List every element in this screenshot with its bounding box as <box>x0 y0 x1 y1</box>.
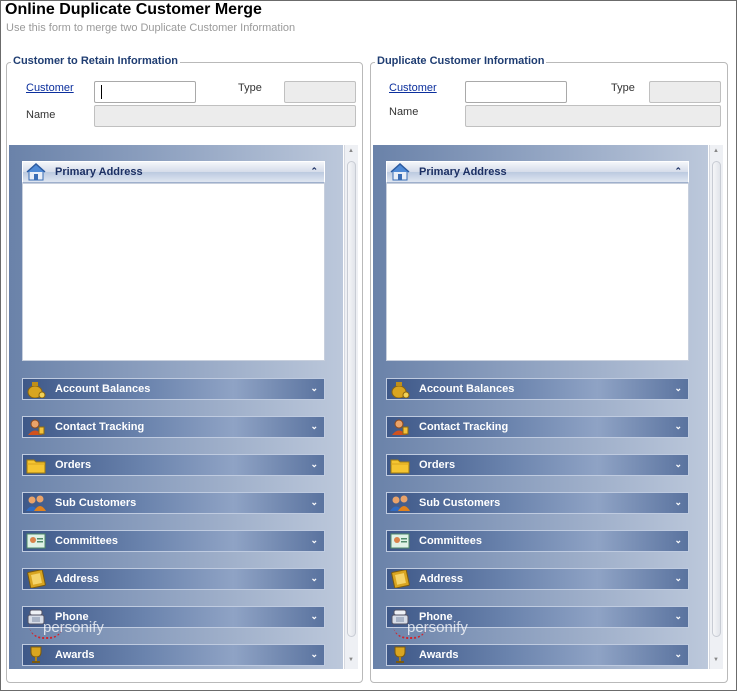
section-label: Committees <box>419 535 482 547</box>
section-header-orders[interactable]: Orders ⌄ <box>22 454 325 476</box>
scroll-up-arrow-icon[interactable]: ▲ <box>348 148 355 155</box>
section-header-awards[interactable]: Awards ⌄ <box>386 644 689 666</box>
section-header-sub-customers[interactable]: Sub Customers ⌄ <box>22 492 325 514</box>
expand-chevron-icon[interactable]: ⌄ <box>310 497 318 508</box>
section-label: Awards <box>55 649 95 661</box>
section-header-orders[interactable]: Orders ⌄ <box>386 454 689 476</box>
sections-accordion: Primary Address ⌃ Account Balances ⌄ Con… <box>373 145 708 669</box>
expand-chevron-icon[interactable]: ⌄ <box>674 497 682 508</box>
expand-chevron-icon[interactable]: ⌄ <box>310 421 318 432</box>
money-bag-icon <box>391 382 410 398</box>
section-header-primary-address[interactable]: Primary Address ⌃ <box>386 161 689 183</box>
expand-chevron-icon[interactable]: ⌄ <box>674 611 682 622</box>
watermark-logo: personify <box>407 619 468 636</box>
section-label: Primary Address <box>55 166 143 178</box>
expand-chevron-icon[interactable]: ⌄ <box>310 649 318 660</box>
scrollbar-thumb[interactable] <box>347 161 356 637</box>
trophy-icon <box>30 646 42 663</box>
panel-legend: Duplicate Customer Information <box>375 55 547 67</box>
section-label: Sub Customers <box>55 497 137 509</box>
expand-chevron-icon[interactable]: ⌄ <box>674 573 682 584</box>
duplicate-customer-panel: Duplicate Customer Information Customer … <box>370 55 728 683</box>
expand-chevron-icon[interactable]: ⌄ <box>310 459 318 470</box>
customer-lookup-link[interactable]: Customer <box>389 82 437 94</box>
section-label: Primary Address <box>419 166 507 178</box>
section-header-address[interactable]: Address ⌄ <box>386 568 689 590</box>
people-icon <box>26 495 46 511</box>
expand-chevron-icon[interactable]: ⌄ <box>674 459 682 470</box>
name-label: Name <box>389 106 419 118</box>
expand-chevron-icon[interactable]: ⌄ <box>674 649 682 660</box>
watermark-logo: personify <box>43 619 104 636</box>
collapse-chevron-icon[interactable]: ⌃ <box>674 166 682 177</box>
name-label: Name <box>26 109 56 121</box>
vertical-scrollbar[interactable]: ▲ ▼ <box>344 145 358 669</box>
expand-chevron-icon[interactable]: ⌄ <box>674 383 682 394</box>
folder-icon <box>390 459 410 474</box>
address-book-icon <box>391 570 410 588</box>
customer-id-input[interactable] <box>94 81 196 103</box>
expand-chevron-icon[interactable]: ⌄ <box>674 535 682 546</box>
retain-customer-panel: Customer to Retain Information Customer … <box>6 55 363 683</box>
scroll-up-arrow-icon[interactable]: ▲ <box>713 148 720 155</box>
expand-chevron-icon[interactable]: ⌄ <box>310 573 318 584</box>
section-header-committees[interactable]: Committees ⌄ <box>386 530 689 552</box>
contact-person-icon <box>392 419 409 435</box>
section-label: Contact Tracking <box>55 421 145 433</box>
committee-card-icon <box>390 533 410 549</box>
name-field <box>94 105 356 127</box>
section-label: Committees <box>55 535 118 547</box>
folder-icon <box>26 459 46 474</box>
expand-chevron-icon[interactable]: ⌄ <box>310 383 318 394</box>
vertical-scrollbar[interactable]: ▲ ▼ <box>709 145 723 669</box>
section-header-address[interactable]: Address ⌄ <box>22 568 325 590</box>
expand-chevron-icon[interactable]: ⌄ <box>310 535 318 546</box>
contact-person-icon <box>28 419 45 435</box>
section-label: Orders <box>419 459 456 471</box>
scroll-down-arrow-icon[interactable]: ▼ <box>348 657 355 664</box>
type-label: Type <box>238 82 262 94</box>
committee-card-icon <box>26 533 46 549</box>
house-icon <box>390 163 410 181</box>
section-header-contact-tracking[interactable]: Contact Tracking ⌄ <box>386 416 689 438</box>
section-label: Account Balances <box>55 383 151 395</box>
address-book-icon <box>27 570 46 588</box>
type-field <box>649 81 721 103</box>
collapse-chevron-icon[interactable]: ⌃ <box>310 166 318 177</box>
scroll-down-arrow-icon[interactable]: ▼ <box>713 657 720 664</box>
people-icon <box>390 495 410 511</box>
panel-legend: Customer to Retain Information <box>11 55 181 67</box>
primary-address-content <box>22 183 325 361</box>
section-header-awards[interactable]: Awards ⌄ <box>22 644 325 666</box>
type-label: Type <box>611 82 635 94</box>
section-header-committees[interactable]: Committees ⌄ <box>22 530 325 552</box>
section-label: Contact Tracking <box>419 421 509 433</box>
text-caret <box>101 85 102 99</box>
expand-chevron-icon[interactable]: ⌄ <box>310 611 318 622</box>
page-subtitle: Use this form to merge two Duplicate Cus… <box>6 22 296 34</box>
section-label: Address <box>55 573 100 585</box>
primary-address-content <box>386 183 689 361</box>
section-label: Orders <box>55 459 92 471</box>
section-label: Awards <box>419 649 459 661</box>
customer-lookup-link[interactable]: Customer <box>26 82 74 94</box>
type-field <box>284 81 356 103</box>
section-header-account-balances[interactable]: Account Balances ⌄ <box>22 378 325 400</box>
scrollbar-thumb[interactable] <box>712 161 721 637</box>
customer-id-input[interactable] <box>465 81 567 103</box>
expand-chevron-icon[interactable]: ⌄ <box>674 421 682 432</box>
money-bag-icon <box>27 382 46 398</box>
section-header-account-balances[interactable]: Account Balances ⌄ <box>386 378 689 400</box>
sections-accordion: Primary Address ⌃ Account Balances ⌄ Con… <box>9 145 343 669</box>
section-header-contact-tracking[interactable]: Contact Tracking ⌄ <box>22 416 325 438</box>
section-label: Sub Customers <box>419 497 501 509</box>
section-label: Account Balances <box>419 383 515 395</box>
trophy-icon <box>394 646 406 663</box>
name-field <box>465 105 721 127</box>
section-label: Address <box>419 573 464 585</box>
house-icon <box>26 163 46 181</box>
section-header-sub-customers[interactable]: Sub Customers ⌄ <box>386 492 689 514</box>
page-title: Online Duplicate Customer Merge <box>5 1 262 18</box>
section-header-primary-address[interactable]: Primary Address ⌃ <box>22 161 325 183</box>
